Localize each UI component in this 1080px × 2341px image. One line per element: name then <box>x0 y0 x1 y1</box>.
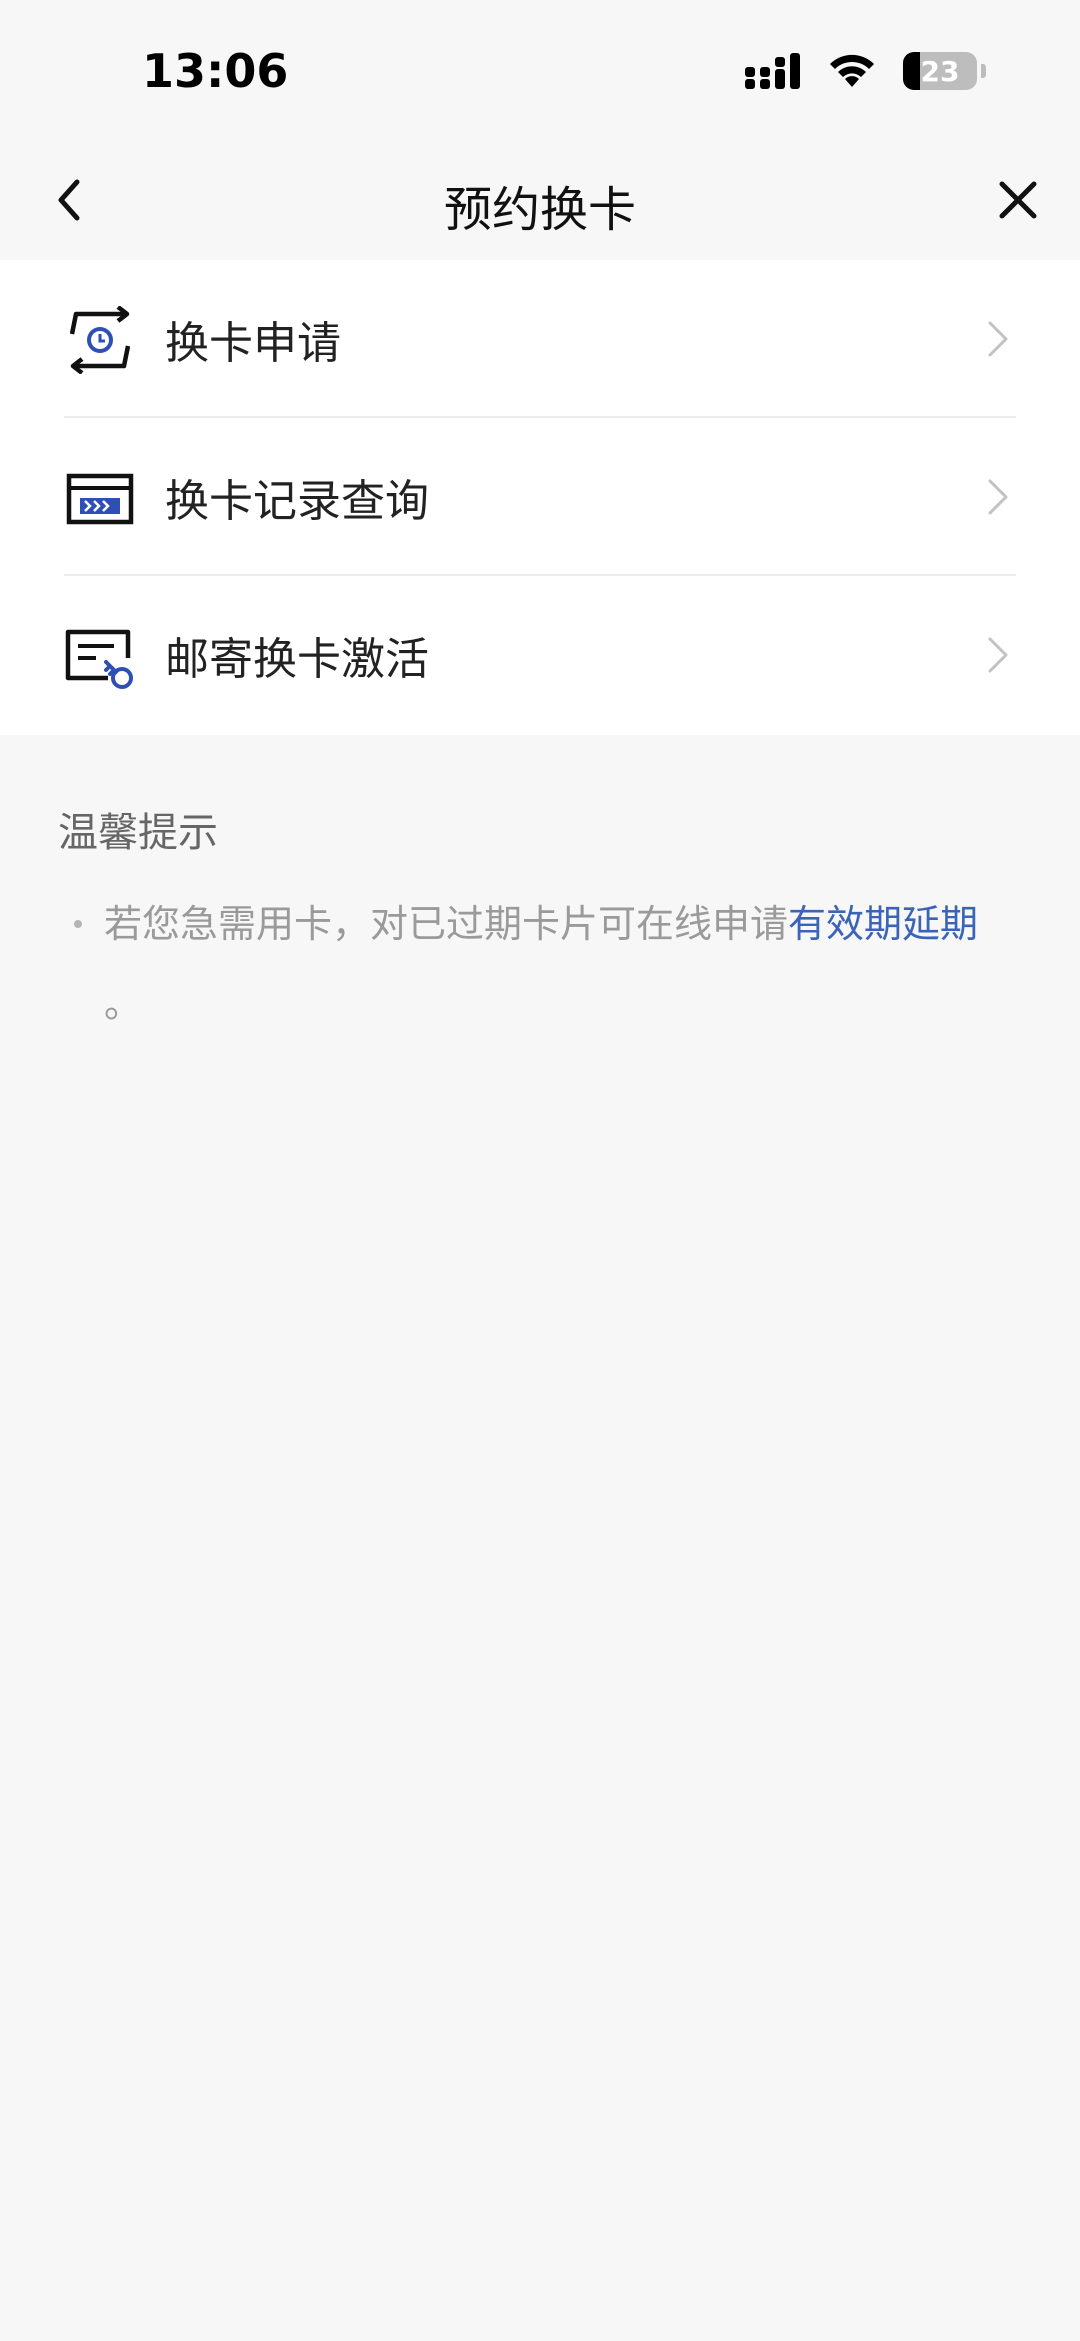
battery-level: 23 <box>920 54 960 88</box>
tips-body: 若您急需用卡，对已过期卡片可在线申请 <box>104 902 789 946</box>
chevron-right-icon <box>988 637 1008 673</box>
tips-suffix: 。 <box>104 982 143 1026</box>
card-record-icon <box>66 473 134 525</box>
status-bar: 13:06 23 <box>0 0 1080 140</box>
cellular-signal-icon <box>745 53 800 89</box>
card-exchange-icon <box>69 306 131 374</box>
menu-item-card-exchange-apply[interactable]: 换卡申请 <box>0 260 1080 418</box>
menu-item-card-record-query[interactable]: 换卡记录查询 <box>0 418 1080 576</box>
menu-item-label: 换卡记录查询 <box>165 476 429 527</box>
status-icons: 23 <box>745 52 986 90</box>
menu-item-label: 邮寄换卡激活 <box>165 634 429 685</box>
validity-extension-link[interactable]: 有效期延期 <box>788 902 978 946</box>
tips-title: 温馨提示 <box>58 810 218 856</box>
close-button[interactable] <box>990 172 1046 228</box>
tips-section: 温馨提示 若您急需用卡，对已过期卡片可在线申请有效期延期。 <box>58 800 1028 1044</box>
menu-item-label: 换卡申请 <box>165 318 341 369</box>
card-activate-icon <box>65 629 133 689</box>
battery-cap <box>981 64 986 78</box>
page-title: 预约换卡 <box>443 182 636 238</box>
menu-list: 换卡申请 换卡记录查询 邮寄换卡激活 <box>0 260 1080 735</box>
menu-item-card-activate[interactable]: 邮寄换卡激活 <box>0 576 1080 734</box>
close-icon <box>999 181 1037 219</box>
nav-bar: 预约换卡 <box>0 140 1080 260</box>
bullet-dot <box>74 920 82 928</box>
chevron-right-icon <box>988 321 1008 357</box>
wifi-icon <box>830 54 874 87</box>
battery-icon: 23 <box>903 52 977 90</box>
tips-text: 若您急需用卡，对已过期卡片可在线申请有效期延期。 <box>58 884 1028 1044</box>
chevron-right-icon <box>988 479 1008 515</box>
status-time: 13:06 <box>142 44 289 98</box>
